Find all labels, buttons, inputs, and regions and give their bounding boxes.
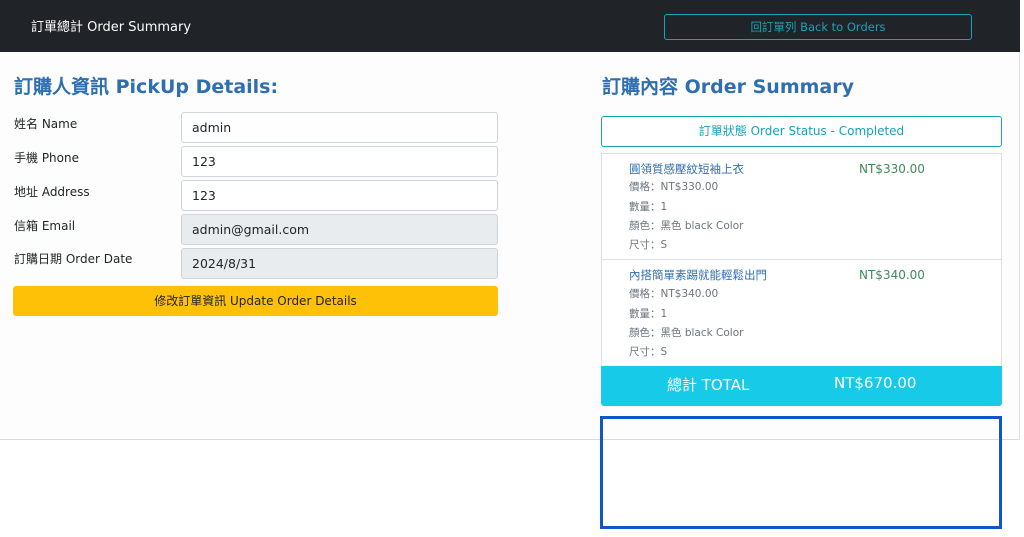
item-color: 顏色：黑色 black Color <box>629 220 744 232</box>
item-quantity: 數量：1 <box>629 308 668 320</box>
phone-label: 手機 Phone <box>14 151 79 165</box>
item-name-link[interactable]: 內搭簡單素踢就能輕鬆出門 <box>629 267 767 283</box>
order-summary-heading: 訂購內容 Order Summary <box>602 76 854 98</box>
name-input[interactable] <box>181 112 498 143</box>
item-name-link[interactable]: 圓領質感壓紋短袖上衣 <box>629 161 744 177</box>
item-size: 尺寸：S <box>629 346 668 358</box>
top-navbar: 訂單總計 Order Summary 回訂單列 Back to Orders <box>0 0 1020 52</box>
order-items-list: 圓領質感壓紋短袖上衣 NT$330.00 價格：NT$330.00 數量：1 顏… <box>601 153 1002 367</box>
item-unit-price: 價格：NT$330.00 <box>629 181 719 193</box>
email-label: 信箱 Email <box>14 219 76 233</box>
item-price: NT$330.00 <box>859 162 925 176</box>
order-date-label: 訂購日期 Order Date <box>14 252 133 266</box>
item-unit-price: 價格：NT$340.00 <box>629 288 719 300</box>
list-item: 內搭簡單素踢就能輕鬆出門 NT$340.00 價格：NT$340.00 數量：1… <box>602 260 1001 367</box>
highlight-box <box>600 416 1002 529</box>
total-value: NT$670.00 <box>834 374 917 392</box>
order-status-button[interactable]: 訂單狀態 Order Status - Completed <box>601 116 1002 147</box>
item-color: 顏色：黑色 black Color <box>629 327 744 339</box>
order-total-bar: 總計 TOTAL NT$670.00 <box>601 366 1002 406</box>
address-label: 地址 Address <box>14 185 90 199</box>
address-input[interactable] <box>181 180 498 211</box>
navbar-title: 訂單總計 Order Summary <box>31 20 192 35</box>
total-label: 總計 TOTAL <box>667 376 750 394</box>
item-price: NT$340.00 <box>859 268 925 282</box>
item-size: 尺寸：S <box>629 239 668 251</box>
back-to-orders-button[interactable]: 回訂單列 Back to Orders <box>664 14 972 40</box>
item-quantity: 數量：1 <box>629 201 668 213</box>
name-label: 姓名 Name <box>14 117 78 131</box>
list-item: 圓領質感壓紋短袖上衣 NT$330.00 價格：NT$330.00 數量：1 顏… <box>602 154 1001 260</box>
phone-input[interactable] <box>181 146 498 177</box>
update-order-details-button[interactable]: 修改訂單資訊 Update Order Details <box>13 286 498 316</box>
pickup-details-heading: 訂購人資訊 PickUp Details: <box>14 76 279 98</box>
order-date-input[interactable] <box>181 248 498 279</box>
email-input[interactable] <box>181 214 498 245</box>
